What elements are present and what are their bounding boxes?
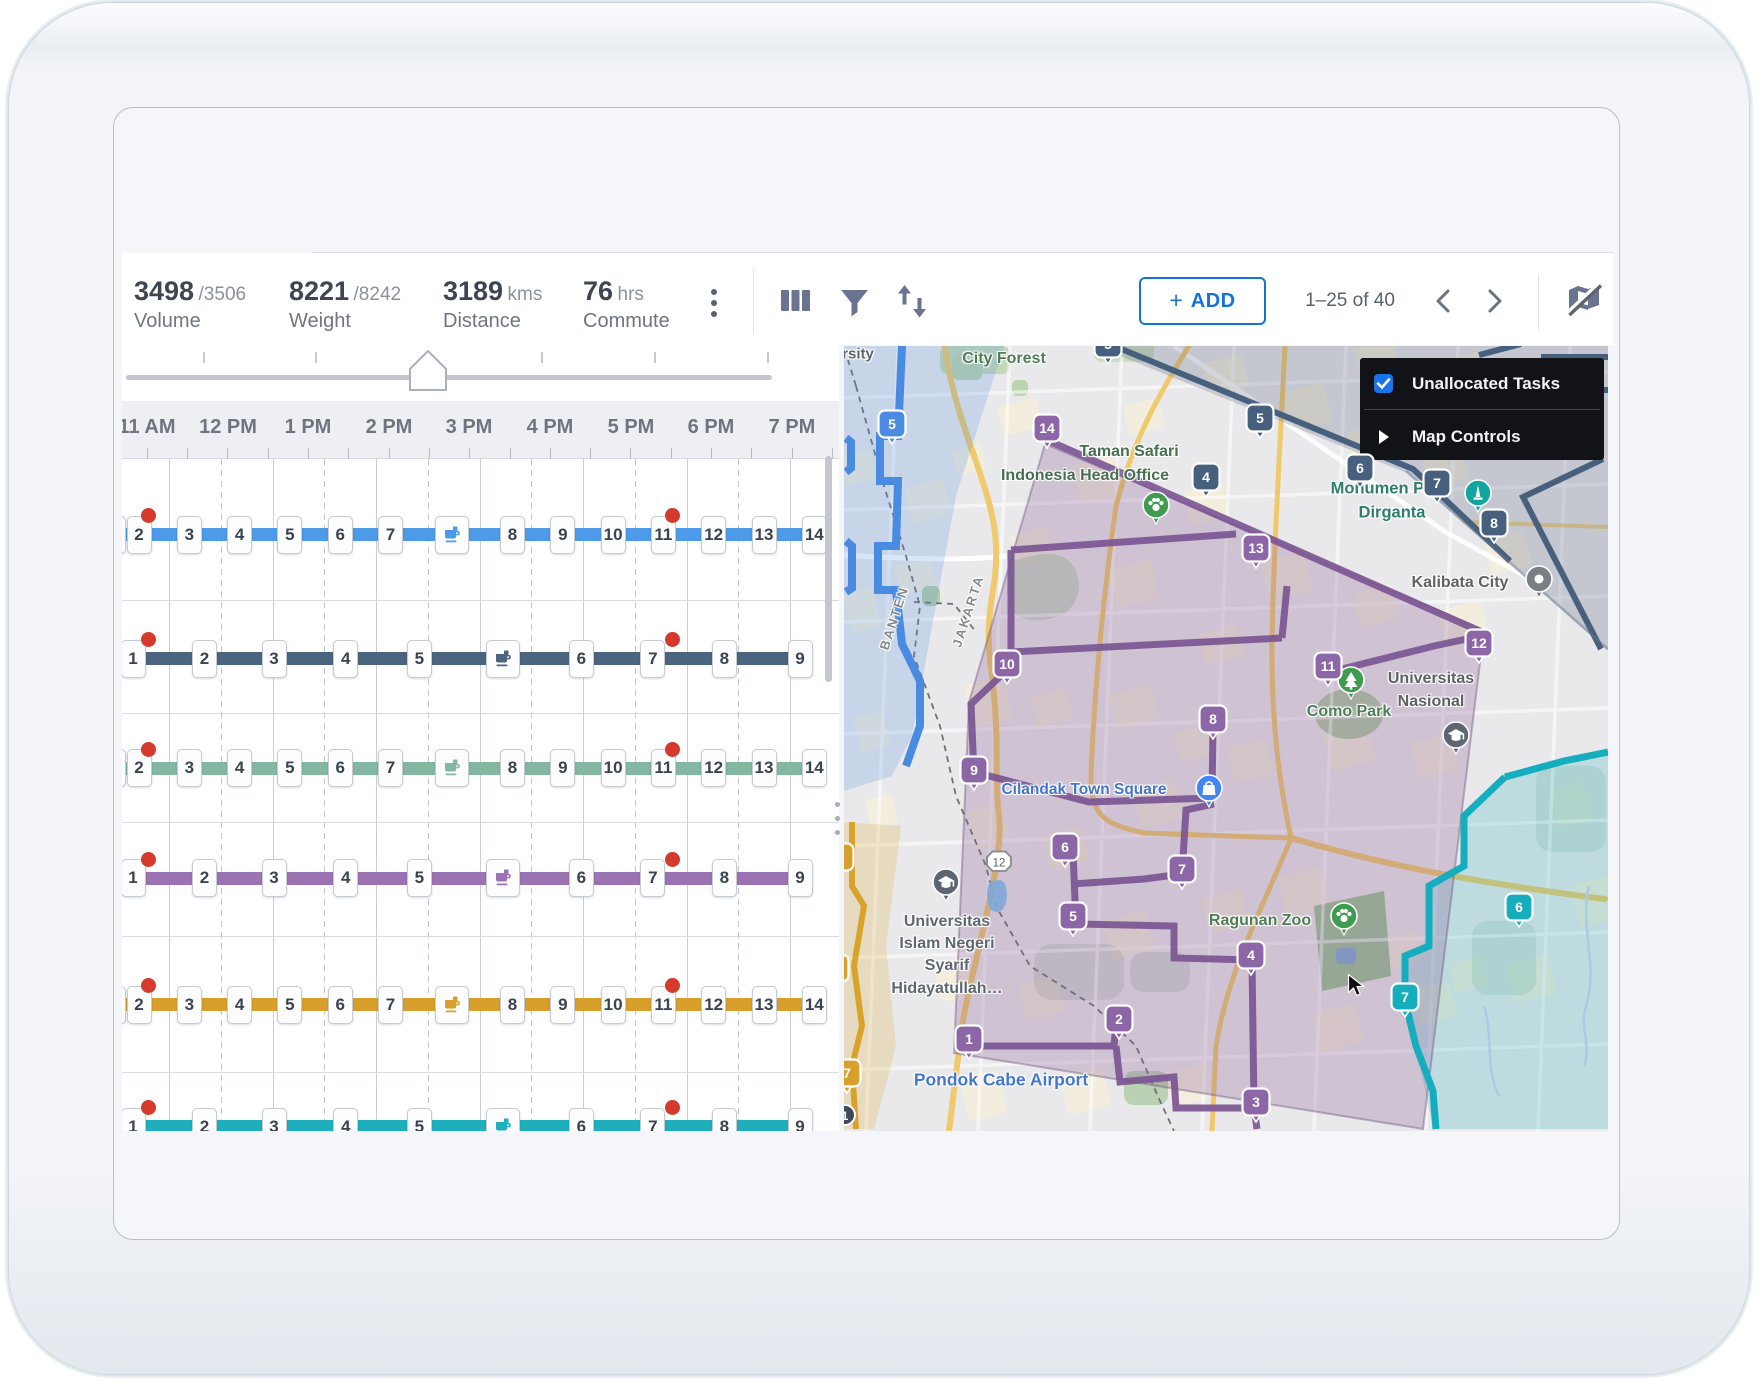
svg-text:11: 11 (1321, 658, 1336, 674)
svg-text:7: 7 (844, 1065, 851, 1081)
svg-text:8: 8 (1490, 515, 1498, 531)
svg-text:5: 5 (1104, 346, 1112, 352)
svg-text:5: 5 (1069, 908, 1077, 924)
svg-text:8: 8 (1209, 711, 1217, 727)
svg-text:5: 5 (888, 416, 896, 432)
svg-text:6: 6 (1356, 460, 1364, 476)
svg-text:6: 6 (1515, 899, 1523, 915)
svg-text:14: 14 (1039, 420, 1055, 436)
svg-text:2: 2 (1115, 1011, 1123, 1027)
svg-text:10: 10 (999, 656, 1015, 672)
svg-text:4: 4 (1202, 469, 1210, 485)
svg-text:5: 5 (1256, 410, 1264, 426)
svg-text:4: 4 (1247, 947, 1255, 963)
svg-text:1: 1 (844, 1109, 849, 1123)
svg-text:13: 13 (1248, 540, 1264, 556)
svg-text:12: 12 (1471, 635, 1487, 651)
svg-text:7: 7 (1178, 861, 1186, 877)
svg-text:3: 3 (1252, 1094, 1260, 1110)
svg-text:12: 12 (993, 858, 1006, 870)
svg-text:7: 7 (1433, 475, 1441, 491)
svg-text:9: 9 (970, 762, 978, 778)
svg-text:7: 7 (1401, 989, 1409, 1005)
svg-text:6: 6 (1061, 839, 1069, 855)
svg-text:1: 1 (965, 1031, 973, 1047)
